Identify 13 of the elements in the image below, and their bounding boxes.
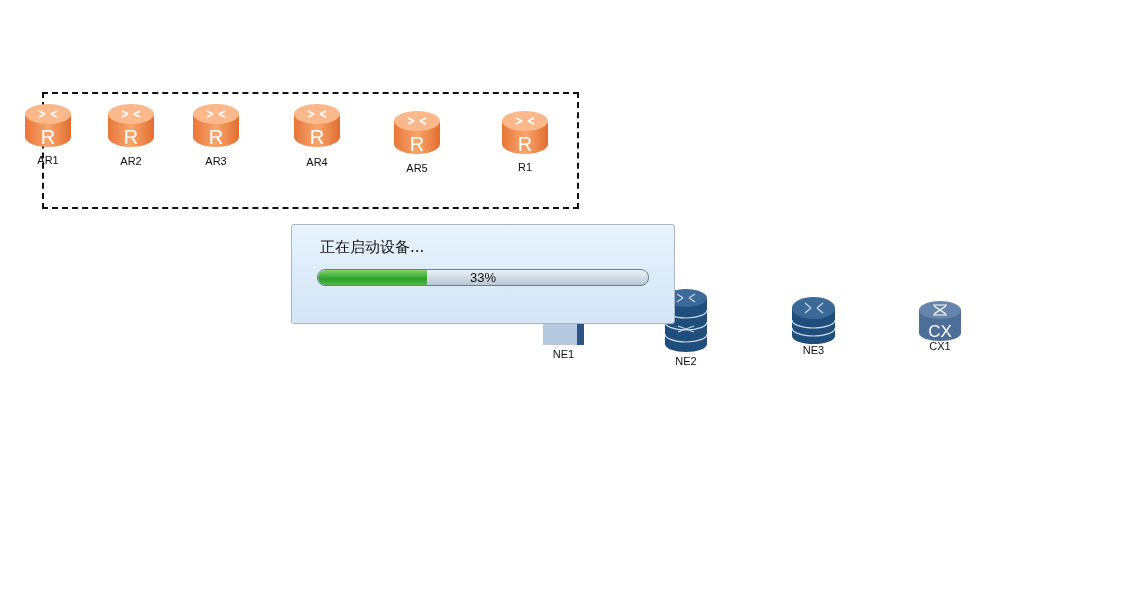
- node-label: R1: [517, 160, 533, 174]
- status-message: 正在启动设备...: [320, 237, 426, 257]
- node-label: AR3: [205, 154, 227, 168]
- node-label: CX1: [929, 339, 951, 353]
- node-label: NE3: [802, 343, 825, 357]
- node-label: AR1: [37, 153, 59, 167]
- stacked-router-icon[interactable]: [791, 296, 836, 344]
- node-label: AR5: [406, 161, 428, 175]
- node-label: AR2: [120, 154, 142, 168]
- node-label: NE1: [552, 347, 575, 361]
- progress-percent: 33%: [470, 270, 496, 285]
- node-label: NE2: [675, 354, 697, 368]
- node-label: AR4: [306, 155, 328, 169]
